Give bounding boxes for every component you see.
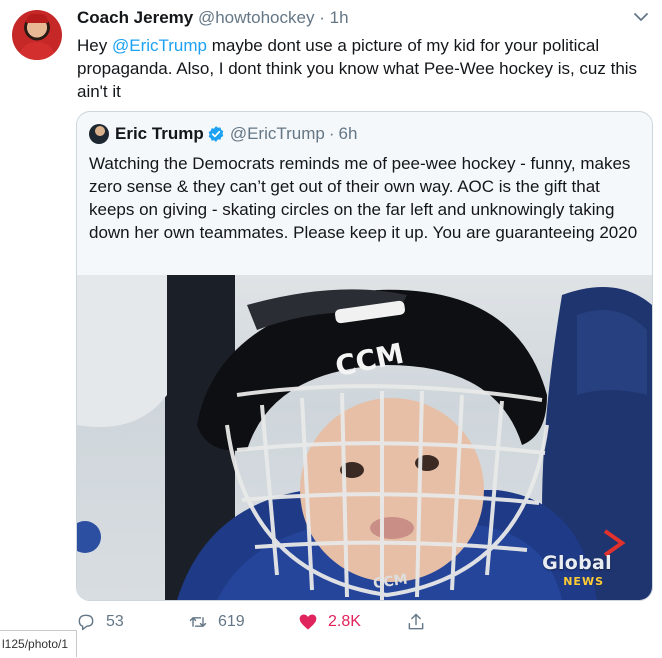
quoted-tweet[interactable]: Eric Trump @EricTrump · 6h Watching the … xyxy=(76,111,653,601)
quoted-tweet-text: Watching the Democrats reminds me of pee… xyxy=(89,154,638,242)
reply-count: 53 xyxy=(106,613,124,630)
retweet-count: 619 xyxy=(218,613,245,630)
quoted-header-separator: · xyxy=(328,124,335,143)
header-separator: · xyxy=(319,8,325,27)
quoted-tweet-time: 6h xyxy=(338,124,358,143)
share-button[interactable] xyxy=(406,612,426,632)
retweet-button[interactable]: 619 xyxy=(188,612,245,632)
reply-icon xyxy=(78,614,94,631)
author-handle[interactable]: @howtohockey xyxy=(198,8,315,27)
verified-badge-icon xyxy=(208,126,224,142)
avatar-cap xyxy=(26,14,48,23)
heart-icon xyxy=(299,614,317,630)
quoted-tweet-photo[interactable]: CCM CCM Global NEWS xyxy=(77,275,652,600)
quoted-author-handle: @EricTrump xyxy=(229,124,325,143)
chevron-down-icon[interactable] xyxy=(634,12,648,22)
tweet-text: Hey @EricTrump maybe dont use a picture … xyxy=(77,34,647,103)
avatar-jacket xyxy=(18,42,56,60)
retweet-icon xyxy=(189,617,207,627)
author-name[interactable]: Coach Jeremy xyxy=(77,8,193,27)
tweet-time[interactable]: 1h xyxy=(330,8,349,27)
mention-link[interactable]: @EricTrump xyxy=(112,36,207,55)
global-news-watermark: Global xyxy=(542,552,612,574)
share-icon xyxy=(408,613,424,630)
like-button[interactable]: 2.8K xyxy=(298,612,361,632)
tweet[interactable]: Coach Jeremy @howtohockey · 1h Hey @Eric… xyxy=(0,0,662,657)
quoted-tweet-header: Eric Trump @EricTrump · 6h xyxy=(89,124,357,144)
tweet-text-prefix: Hey xyxy=(77,36,112,55)
quoted-author-name: Eric Trump xyxy=(115,124,204,143)
like-count: 2.8K xyxy=(328,613,361,630)
reply-button[interactable]: 53 xyxy=(76,612,124,632)
global-news-watermark-sub: NEWS xyxy=(563,575,604,588)
author-avatar[interactable] xyxy=(12,10,62,60)
tweet-actions: 53 619 2.8K xyxy=(76,612,636,642)
status-bar-url: l125/photo/1 xyxy=(0,630,78,657)
tweet-header: Coach Jeremy @howtohockey · 1h xyxy=(77,8,349,28)
quoted-author-avatar xyxy=(89,124,109,144)
